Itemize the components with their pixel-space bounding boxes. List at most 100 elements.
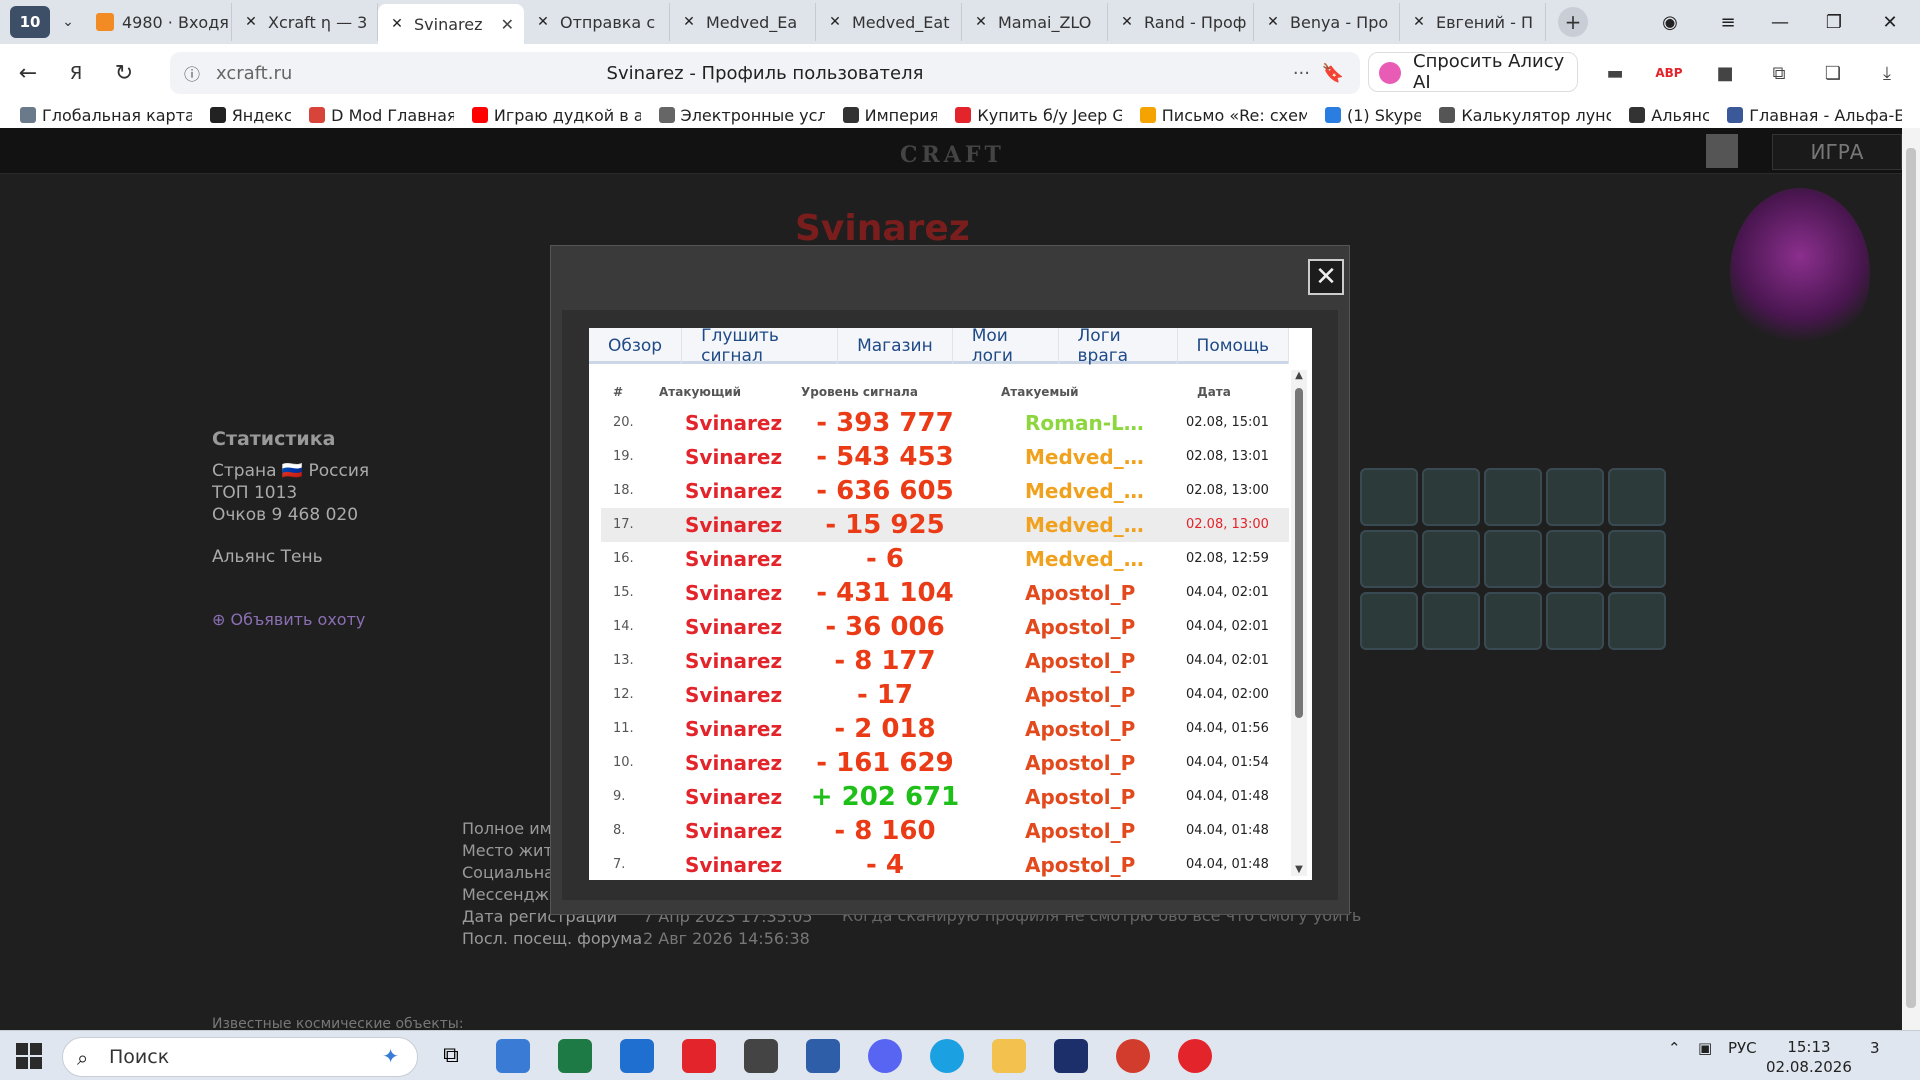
achievement-icon[interactable]	[1484, 468, 1542, 526]
bookmark-item[interactable]: Империя	[842, 106, 937, 125]
achievement-icon[interactable]	[1422, 592, 1480, 650]
wot-icon[interactable]	[744, 1039, 778, 1073]
achievement-icon[interactable]	[1608, 530, 1666, 588]
log-row[interactable]: 19. Svinarez - 543 453 Medved_Ea... 02.08, 1…	[601, 440, 1289, 474]
page-scroll-thumb[interactable]	[1906, 148, 1916, 1008]
achievement-icon[interactable]	[1608, 468, 1666, 526]
url-field[interactable]: ⓘ xcraft.ru Svinarez - Профиль пользоват…	[170, 52, 1360, 94]
meet-icon[interactable]: ▣	[1698, 1039, 1712, 1057]
bookmark-item[interactable]: Калькулятор лунс	[1439, 106, 1611, 125]
adblock-icon[interactable]: ABP	[1654, 58, 1684, 88]
download-icon[interactable]: ⤓	[1872, 58, 1902, 88]
taskbar-search[interactable]: ⌕ Поиск ✦	[62, 1037, 418, 1077]
log-row[interactable]: 15. Svinarez - 431 104 Apostol_P 04.04, 02:0…	[601, 576, 1289, 610]
tab-overview[interactable]: Обзор	[589, 328, 683, 364]
discord-icon[interactable]	[868, 1039, 902, 1073]
edge-icon[interactable]	[930, 1039, 964, 1073]
log-row[interactable]: 18. Svinarez - 636 605 Medved_Ea... 02.08, 1…	[601, 474, 1289, 508]
achievement-icon[interactable]	[1484, 592, 1542, 650]
minimize-icon[interactable]: —	[1752, 0, 1808, 44]
bookmark-item[interactable]: Глобальная карта	[20, 106, 192, 125]
avatar[interactable]	[1706, 134, 1738, 168]
close-icon[interactable]: ✕	[1308, 259, 1344, 295]
tab-my-logs[interactable]: Мои логи	[953, 326, 1059, 366]
row-target[interactable]: Apostol_P	[1025, 814, 1145, 848]
achievement-icon[interactable]	[1422, 468, 1480, 526]
row-target[interactable]: Medved_Ea...	[1025, 474, 1145, 508]
copilot-icon[interactable]: ✦	[382, 1044, 399, 1068]
page-scrollbar[interactable]	[1902, 128, 1920, 1030]
explorer-icon[interactable]	[992, 1039, 1026, 1073]
log-scroll-thumb[interactable]	[1295, 388, 1303, 718]
bookmark-item[interactable]: Главная - Альфа-Б	[1727, 106, 1902, 125]
lang-indicator[interactable]: РУС	[1728, 1039, 1757, 1057]
tab-benya[interactable]: ✕ Benya - Про	[1254, 3, 1400, 41]
yandex-active-icon[interactable]	[1178, 1039, 1212, 1073]
windows-start-icon[interactable]	[16, 1043, 42, 1069]
log-scrollbar[interactable]: ▲ ▼	[1291, 370, 1307, 876]
log-row[interactable]: 14. Svinarez - 36 006 Apostol_P 04.04, 02:01	[601, 610, 1289, 644]
log-row[interactable]: 20. Svinarez - 393 777 Roman-Lions 02.08, 15…	[601, 406, 1289, 440]
powerpoint-icon[interactable]	[1116, 1039, 1150, 1073]
row-target[interactable]: Apostol_P	[1025, 848, 1145, 882]
tab-mamai[interactable]: ✕ Mamai_ZLO	[962, 3, 1108, 41]
log-row[interactable]: 8. Svinarez - 8 160 Apostol_P 04.04, 01:48	[601, 814, 1289, 848]
row-attacker[interactable]: Svinarez	[685, 508, 782, 542]
achievement-icon[interactable]	[1360, 530, 1418, 588]
extension-dark-icon[interactable]: ■	[1710, 58, 1740, 88]
stat-alliance[interactable]: Альянс Тень	[212, 546, 369, 568]
tab-medved-1[interactable]: ✕ Medved_Ea	[670, 3, 816, 41]
row-attacker[interactable]: Svinarez	[685, 406, 782, 440]
row-target[interactable]: Apostol_P	[1025, 678, 1145, 712]
log-row[interactable]: 11. Svinarez - 2 018 Apostol_P 04.04, 01:56	[601, 712, 1289, 746]
tabs-dropdown-icon[interactable]: ⌄	[50, 6, 86, 38]
tab-jam-signal[interactable]: Глушить сигнал	[682, 326, 839, 366]
tab-xcraft[interactable]: ✕ Xcraft η — 3	[232, 3, 378, 41]
tab-send[interactable]: ✕ Отправка с	[524, 3, 670, 41]
log-row[interactable]: 9. Svinarez + 202 671 Apostol_P 04.04, 01:48	[601, 780, 1289, 814]
log-row[interactable]: 12. Svinarez - 17 Apostol_P 04.04, 02:00	[601, 678, 1289, 712]
row-attacker[interactable]: Svinarez	[685, 576, 782, 610]
achievement-icon[interactable]	[1546, 468, 1604, 526]
close-tab-icon[interactable]: ✕	[501, 15, 514, 34]
bookmark-item[interactable]: (1) Skype	[1325, 106, 1421, 125]
scroll-down-icon[interactable]: ▼	[1293, 864, 1305, 876]
bookmark-item[interactable]: D Mod Главная	[309, 106, 454, 125]
row-target[interactable]: Medved_Ea...	[1025, 440, 1145, 474]
bookmark-item[interactable]: Играю дудкой в а	[471, 106, 641, 125]
row-target[interactable]: Roman-Lions	[1025, 406, 1145, 440]
row-attacker[interactable]: Svinarez	[685, 440, 782, 474]
task-view-icon[interactable]: ⧉	[434, 1039, 468, 1073]
achievement-icon[interactable]	[1484, 530, 1542, 588]
log-row[interactable]: 13. Svinarez - 8 177 Apostol_P 04.04, 02:01	[601, 644, 1289, 678]
game-button[interactable]: ИГРА	[1772, 134, 1902, 170]
achievement-icon[interactable]	[1608, 592, 1666, 650]
achievement-icon[interactable]	[1422, 530, 1480, 588]
log-row[interactable]: 7. Svinarez - 4 Apostol_P 04.04, 01:48	[601, 848, 1289, 882]
row-attacker[interactable]: Svinarez	[685, 814, 782, 848]
row-attacker[interactable]: Svinarez	[685, 610, 782, 644]
collections-icon[interactable]: ❏	[1818, 58, 1848, 88]
row-target[interactable]: Apostol_P	[1025, 644, 1145, 678]
excel-icon[interactable]	[558, 1039, 592, 1073]
extension-icon[interactable]: ▬	[1600, 58, 1630, 88]
row-attacker[interactable]: Svinarez	[685, 746, 782, 780]
achievement-icon[interactable]	[1360, 592, 1418, 650]
bookmark-icon[interactable]: 🔖	[1322, 63, 1344, 84]
row-target[interactable]: Apostol_P	[1025, 576, 1145, 610]
puzzle-icon[interactable]: ⧉	[1764, 58, 1794, 88]
row-target[interactable]: Apostol_P	[1025, 610, 1145, 644]
tab-evgeny[interactable]: ✕ Евгений - П	[1400, 3, 1546, 41]
tab-shop[interactable]: Магазин	[838, 328, 953, 364]
row-attacker[interactable]: Svinarez	[685, 474, 782, 508]
row-attacker[interactable]: Svinarez	[685, 780, 782, 814]
tab-enemy-logs[interactable]: Логи врага	[1059, 326, 1178, 366]
row-target[interactable]: Apostol_P	[1025, 780, 1145, 814]
row-target[interactable]: Medved_Ea...	[1025, 508, 1145, 542]
row-target[interactable]: Medved_Ea...	[1025, 542, 1145, 576]
log-row[interactable]: 10. Svinarez - 161 629 Apostol_P 04.04, 01:5…	[601, 746, 1289, 780]
row-attacker[interactable]: Svinarez	[685, 644, 782, 678]
new-tab-icon[interactable]: +	[1558, 7, 1588, 37]
notifications-icon[interactable]: 3	[1870, 1039, 1880, 1057]
stat-top[interactable]: ТОП 1013	[212, 482, 369, 504]
